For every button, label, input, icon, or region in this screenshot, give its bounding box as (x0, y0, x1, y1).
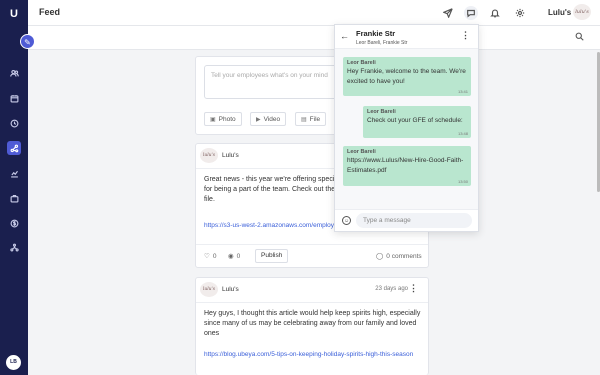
divider (196, 302, 428, 303)
chat-button[interactable] (464, 6, 478, 20)
comment-count: 0 comments (386, 252, 422, 260)
send-button[interactable] (442, 7, 454, 19)
chat-composer: ☺ Type a message (335, 209, 478, 231)
message-list: Leor Bareli Hey Frankie, welcome to the … (335, 49, 478, 209)
sidebar-item-payroll[interactable] (7, 216, 21, 230)
chat-panel: ← Frankie Str Leor Bareli, Frankie Str ⋮… (334, 24, 479, 232)
image-icon: ▣ (210, 116, 216, 123)
notifications-button[interactable] (489, 7, 501, 19)
post-link[interactable]: https://s3-us-west-2.amazonaws.com/emplo… (204, 222, 341, 229)
message-text: Check out your GFE of schedule: (367, 117, 463, 124)
message-time: 13:48 (457, 131, 468, 136)
attach-video-button[interactable]: ▶ Video (250, 112, 287, 126)
sidebar-item-feed[interactable] (7, 141, 21, 155)
sidebar: U LB (0, 0, 28, 375)
attach-photo-label: Photo (218, 115, 236, 123)
page-title: Feed (39, 7, 61, 17)
chat-participants: Leor Bareli, Frankie Str (356, 40, 408, 46)
post-header: lulu's Lulu's 23 days ago ⋮ (200, 282, 426, 298)
sidebar-item-calendar[interactable] (7, 91, 21, 105)
brand-logo[interactable]: lulu's (573, 4, 591, 20)
message-bubble: Leor Bareli https://www.Lulus/New-Hire-G… (343, 146, 471, 186)
post-body: Hey guys, I thought this article would h… (204, 310, 421, 337)
post-actions: ♡ 0 ◉ 0 Publish ◯ 0 comments (196, 244, 428, 268)
account-name[interactable]: Lulu's (548, 8, 571, 17)
feed-toolbar (28, 26, 600, 50)
back-arrow-icon[interactable]: ← (340, 31, 349, 41)
send-icon (443, 8, 453, 18)
post-author[interactable]: Lulu's (222, 286, 239, 293)
sidebar-item-time[interactable] (7, 116, 21, 130)
briefcase-icon (10, 194, 18, 202)
message-sender: Leor Bareli (347, 149, 376, 155)
feed-post: lulu's Lulu's 23 days ago ⋮ Hey guys, I … (195, 277, 429, 375)
chat-bubble-icon (467, 9, 475, 18)
file-icon: ▤ (301, 116, 307, 123)
attach-file-label: File (309, 115, 321, 123)
message-time: 13:50 (457, 179, 468, 184)
like-button[interactable]: ♡ 0 (204, 252, 217, 261)
feed-icon (10, 144, 18, 152)
video-icon: ▶ (256, 116, 261, 123)
calendar-icon (10, 94, 18, 102)
eye-icon: ◉ (228, 253, 234, 260)
attach-photo-button[interactable]: ▣ Photo (204, 112, 242, 126)
pencil-icon: ✎ (24, 38, 31, 47)
post-link[interactable]: https://blog.ubeya.com/5-tips-on-keeping… (204, 350, 422, 360)
settings-button[interactable] (514, 7, 526, 19)
sidebar-item-reports[interactable] (7, 166, 21, 180)
search-icon (575, 32, 584, 41)
author-avatar[interactable]: lulu's (200, 148, 218, 163)
message-sender: Leor Bareli (347, 60, 376, 66)
post-author[interactable]: Lulu's (222, 152, 239, 159)
sidebar-item-people[interactable] (7, 66, 21, 80)
clock-icon (10, 119, 18, 127)
app-logo[interactable]: U (8, 8, 20, 20)
like-count: 0 (212, 252, 217, 260)
message-bubble: Leor Bareli Check out your GFE of schedu… (363, 106, 471, 138)
attach-file-button[interactable]: ▤ File (295, 112, 327, 126)
users-icon (9, 69, 19, 77)
more-options-icon[interactable]: ⋮ (409, 283, 418, 294)
chart-icon (10, 170, 18, 177)
message-sender: Leor Bareli (367, 109, 396, 115)
dollar-icon (10, 219, 18, 227)
org-chart-icon (9, 243, 19, 251)
message-text[interactable]: https://www.Lulus/New-Hire-Good-Faith-Es… (347, 156, 467, 175)
message-text: Hey Frankie, welcome to the team. We're … (347, 68, 466, 85)
views: ◉ 0 (228, 252, 241, 261)
comments-button[interactable]: ◯ 0 comments (376, 252, 422, 261)
comment-icon: ◯ (376, 253, 384, 260)
compose-button[interactable]: ✎ (20, 34, 35, 49)
view-count: 0 (236, 252, 241, 260)
emoji-icon[interactable]: ☺ (342, 216, 351, 225)
chat-header: ← Frankie Str Leor Bareli, Frankie Str ⋮ (335, 25, 478, 49)
gear-icon (515, 8, 525, 18)
author-avatar[interactable]: lulu's (200, 282, 218, 297)
top-bar: Feed Lulu's lulu's (28, 0, 600, 26)
bell-icon (490, 9, 500, 18)
message-bubble: Leor Bareli Hey Frankie, welcome to the … (343, 57, 471, 96)
sidebar-item-benefits[interactable] (7, 191, 21, 205)
post-date: 23 days ago (375, 286, 408, 292)
message-input[interactable]: Type a message (356, 213, 472, 228)
sidebar-item-org[interactable] (7, 240, 21, 254)
search-button[interactable] (575, 32, 586, 43)
message-time: 13:41 (457, 89, 468, 94)
chat-title: Frankie Str (356, 29, 396, 38)
heart-icon: ♡ (204, 253, 210, 260)
more-options-icon[interactable]: ⋮ (461, 30, 470, 41)
attach-video-label: Video (263, 115, 281, 123)
publish-button[interactable]: Publish (255, 249, 289, 263)
user-avatar[interactable]: LB (6, 355, 21, 370)
